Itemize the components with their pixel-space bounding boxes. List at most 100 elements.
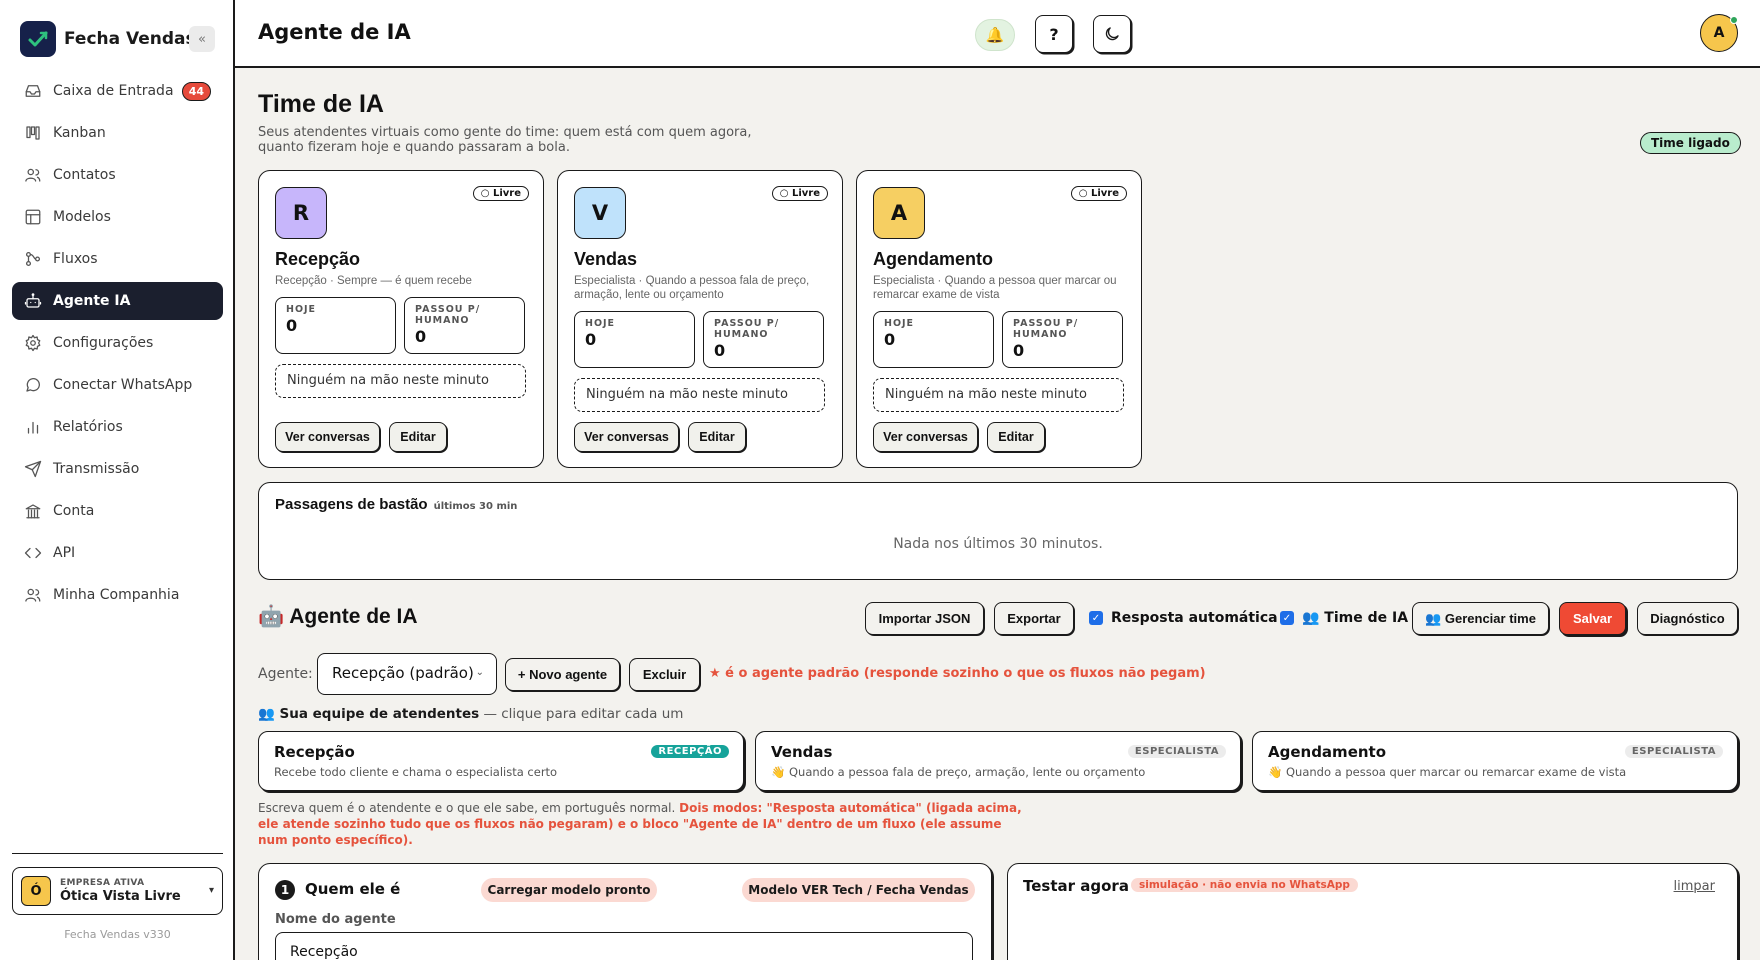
- check-icon: ✓: [1282, 612, 1292, 624]
- sidebar-item-agente-ia[interactable]: Agente IA: [12, 282, 223, 320]
- stat-label: PASSOU P/ HUMANO: [415, 304, 481, 326]
- sidebar-item-conectar-whatsapp[interactable]: Conectar WhatsApp: [12, 366, 223, 404]
- handoffs-title: Passagens de bastão últimos 30 min: [275, 496, 517, 513]
- current-chat-empty: Ninguém na mão neste minuto: [275, 364, 526, 398]
- stat-handoff: PASSOU P/ HUMANO 0: [1002, 311, 1123, 368]
- save-button[interactable]: Salvar: [1559, 602, 1626, 635]
- view-conversations-button[interactable]: Ver conversas: [873, 422, 978, 452]
- agent-name-label: Nome do agente: [275, 912, 396, 927]
- agent-description: Recepção · Sempre — é quem recebe: [275, 275, 472, 287]
- export-button[interactable]: Exportar: [994, 602, 1074, 635]
- agent-status-badge: ○ Livre: [771, 186, 828, 201]
- company-icon: [23, 585, 43, 605]
- step-title: Quem ele é: [305, 880, 401, 898]
- default-agent-note: ★ é o agente padrão (responde sozinho o …: [709, 666, 1206, 681]
- user-avatar[interactable]: A: [1700, 14, 1738, 52]
- sidebar-item-minha-companhia[interactable]: Minha Companhia: [12, 576, 223, 614]
- help-button[interactable]: ?: [1035, 15, 1073, 53]
- bar-chart-icon: [23, 417, 43, 437]
- sidebar-item-kanban[interactable]: Kanban: [12, 114, 223, 152]
- sidebar-item-relatorios[interactable]: Relatórios: [12, 408, 223, 446]
- notifications-bell-icon[interactable]: 🔔: [975, 19, 1015, 51]
- team-member-name: Vendas: [771, 743, 833, 761]
- agent-name: Agendamento: [873, 249, 994, 269]
- step-number: 1: [275, 880, 295, 900]
- stat-label: HOJE: [884, 318, 915, 329]
- team-subtitle: Seus atendentes virtuais como gente do t…: [258, 125, 752, 155]
- templates-icon: [23, 207, 43, 227]
- model-template-button[interactable]: Modelo VER Tech / Fecha Vendas: [742, 878, 975, 902]
- sidebar-item-label: Configurações: [53, 335, 154, 351]
- stat-value: 0: [1013, 341, 1025, 360]
- team-member-role-tag: ESPECIALISTA: [1624, 745, 1723, 758]
- diagnostics-button[interactable]: Diagnóstico: [1637, 602, 1738, 635]
- import-json-button[interactable]: Importar JSON: [865, 602, 984, 635]
- team-ai-label: 👥 Time de IA: [1302, 610, 1409, 626]
- delete-agent-button[interactable]: Excluir: [629, 658, 700, 691]
- checkbox-checked[interactable]: ✓: [1089, 611, 1103, 625]
- auto-reply-toggle[interactable]: ✓ Resposta automática: [1089, 610, 1278, 626]
- team-status-pill: Time ligado: [1640, 132, 1741, 154]
- team-member-desc: Recebe todo cliente e chama o especialis…: [274, 765, 558, 779]
- sidebar-item-fluxos[interactable]: Fluxos: [12, 240, 223, 278]
- sidebar-item-label: Contatos: [53, 167, 116, 183]
- handoffs-window-tag: últimos 30 min: [433, 501, 518, 512]
- sidebar-item-modelos[interactable]: Modelos: [12, 198, 223, 236]
- team-member-vendas[interactable]: Vendas 👋 Quando a pessoa fala de preço, …: [755, 731, 1241, 791]
- sidebar-item-label: Modelos: [53, 209, 111, 225]
- edit-agent-button[interactable]: Editar: [987, 422, 1045, 452]
- stat-label: HOJE: [585, 318, 616, 329]
- agent-card-vendas: V ○ Livre Vendas Especialista · Quando a…: [557, 170, 843, 468]
- view-conversations-button[interactable]: Ver conversas: [275, 422, 380, 452]
- sidebar-item-configuracoes[interactable]: Configurações: [12, 324, 223, 362]
- sidebar-item-label: Kanban: [53, 125, 106, 141]
- test-panel: Testar agora simulação · não envia no Wh…: [1007, 863, 1738, 960]
- dark-mode-toggle[interactable]: [1093, 15, 1131, 53]
- company-switcher[interactable]: Ó EMPRESA ATIVA Ótica Vista Livre ▾: [12, 867, 223, 915]
- agent-name-input[interactable]: Recepção: [275, 932, 973, 960]
- stat-value: 0: [415, 327, 427, 346]
- collapse-sidebar-button[interactable]: «: [189, 26, 215, 52]
- load-template-button[interactable]: Carregar modelo pronto: [481, 878, 657, 902]
- team-members-heading-bold: 👥 Sua equipe de atendentes: [258, 706, 480, 722]
- view-conversations-button[interactable]: Ver conversas: [574, 422, 679, 452]
- brand[interactable]: Fecha Vendas: [20, 21, 196, 57]
- sidebar-item-contatos[interactable]: Contatos: [12, 156, 223, 194]
- agent-description: Especialista · Quando a pessoa fala de p…: [574, 275, 810, 301]
- stat-handoff: PASSOU P/ HUMANO 0: [703, 311, 824, 368]
- agent-name: Recepção: [275, 249, 361, 269]
- sidebar-item-transmissao[interactable]: Transmissão: [12, 450, 223, 488]
- stat-value: 0: [884, 330, 896, 349]
- new-agent-button[interactable]: + Novo agente: [505, 658, 620, 691]
- page-title: Agente de IA: [258, 20, 411, 44]
- contacts-icon: [23, 165, 43, 185]
- checkbox-checked[interactable]: ✓: [1280, 611, 1294, 625]
- sidebar-item-label: Conta: [53, 503, 95, 519]
- team-ai-toggle[interactable]: ✓ 👥 Time de IA: [1280, 610, 1408, 626]
- chevron-down-icon: ⌄: [475, 667, 484, 678]
- edit-agent-button[interactable]: Editar: [688, 422, 746, 452]
- sidebar: Fecha Vendas « Caixa de Entrada 44 Kanba…: [0, 0, 235, 960]
- agent-status-badge: ○ Livre: [472, 186, 529, 201]
- sidebar-item-conta[interactable]: Conta: [12, 492, 223, 530]
- agent-avatar: A: [873, 187, 925, 239]
- check-icon: ✓: [1091, 612, 1101, 624]
- auto-reply-label: Resposta automática: [1111, 610, 1278, 626]
- agent-select[interactable]: Recepção (padrão) ⌄: [317, 653, 497, 695]
- agent-card-recepcao: R ○ Livre Recepção Recepção · Sempre — é…: [258, 170, 544, 468]
- brand-name: Fecha Vendas: [64, 29, 196, 49]
- chat-icon: [23, 375, 43, 395]
- edit-agent-button[interactable]: Editar: [389, 422, 447, 452]
- sidebar-item-api[interactable]: API: [12, 534, 223, 572]
- kanban-icon: [23, 123, 43, 143]
- sidebar-item-caixa-de-entrada[interactable]: Caixa de Entrada 44: [12, 72, 223, 110]
- sidebar-item-label: Fluxos: [53, 251, 98, 267]
- sidebar-item-label: API: [53, 545, 76, 561]
- clear-test-link[interactable]: limpar: [1674, 879, 1715, 894]
- team-member-agendamento[interactable]: Agendamento 👋 Quando a pessoa quer marca…: [1252, 731, 1738, 791]
- team-member-recepcao[interactable]: Recepção Recebe todo cliente e chama o e…: [258, 731, 744, 791]
- team-title: Time de IA: [258, 90, 384, 118]
- sidebar-item-label: Conectar WhatsApp: [53, 377, 193, 393]
- manage-team-button[interactable]: 👥 Gerenciar time: [1412, 602, 1549, 635]
- robot-icon: [23, 291, 43, 311]
